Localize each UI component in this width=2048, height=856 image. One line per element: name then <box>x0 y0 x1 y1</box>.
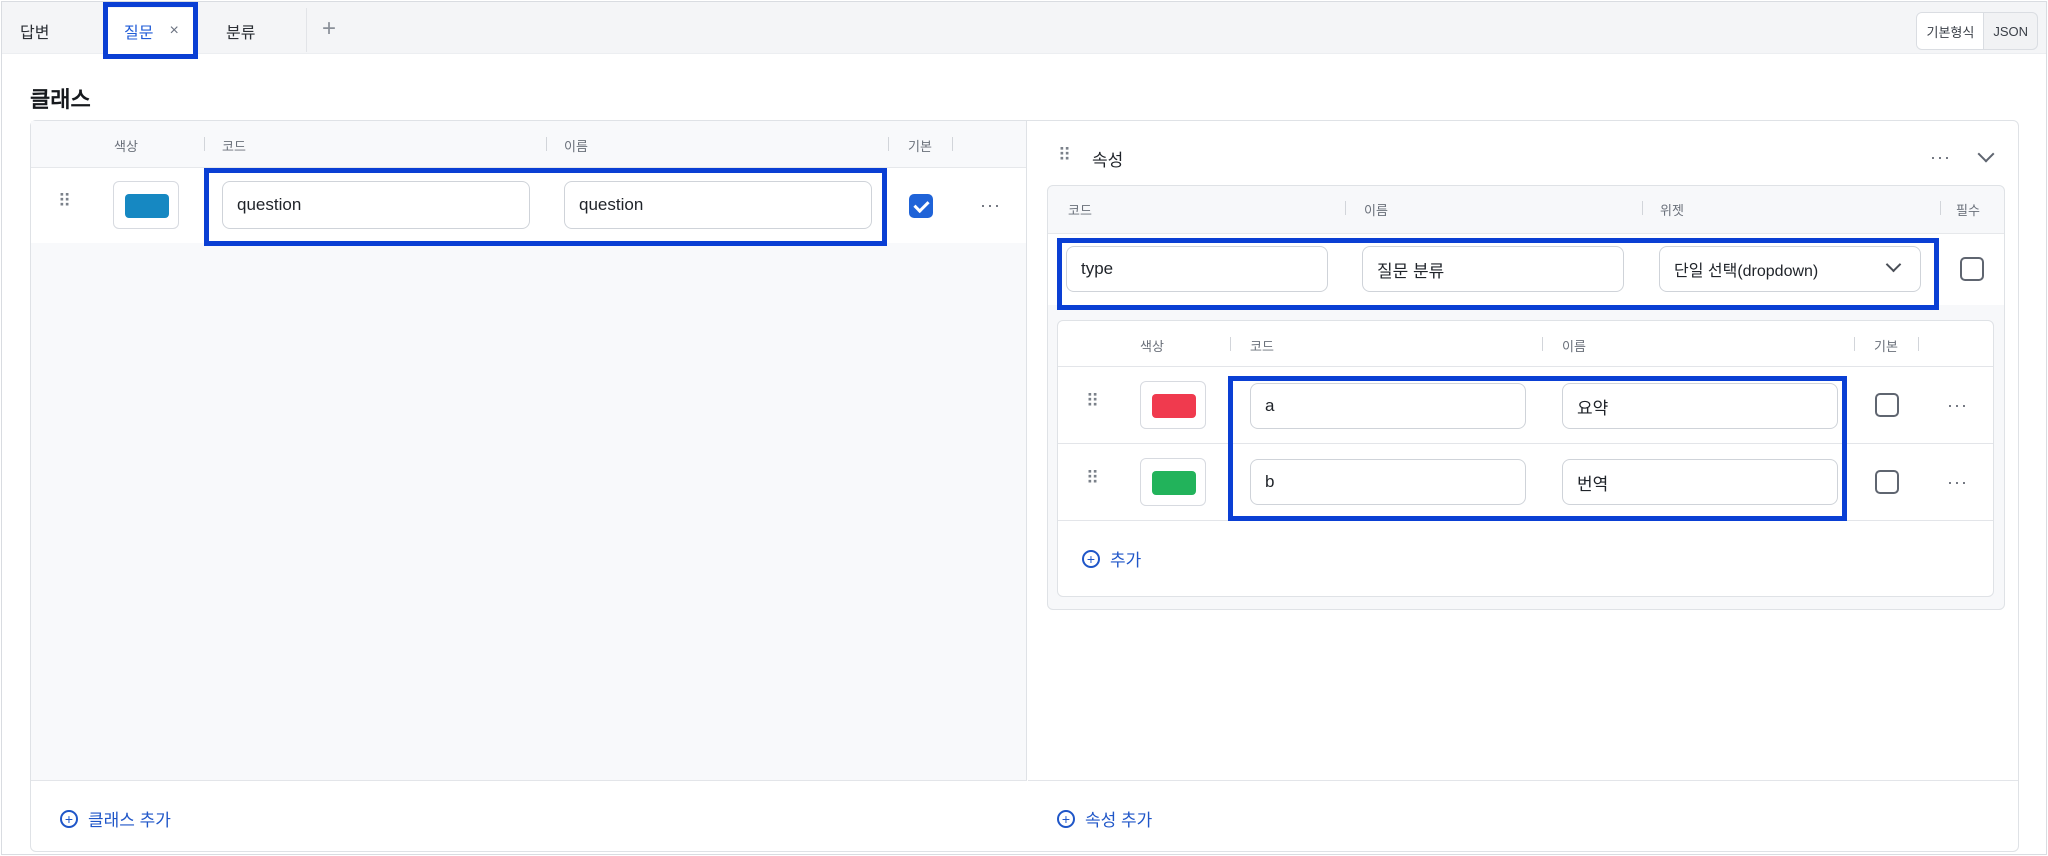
input-value: b <box>1265 472 1275 491</box>
attribute-code-input[interactable]: type <box>1066 246 1328 292</box>
column-divider <box>1854 337 1855 351</box>
input-value: 요약 <box>1577 398 1609 418</box>
column-divider <box>204 137 205 151</box>
add-tab-icon[interactable]: + <box>322 14 336 44</box>
header-name: 이름 <box>1562 339 1586 354</box>
class-name-input[interactable]: question <box>564 181 872 229</box>
color-swatch[interactable] <box>1140 458 1206 506</box>
column-divider <box>1940 201 1941 215</box>
header-name: 이름 <box>564 139 588 154</box>
footer-divider <box>31 780 1027 781</box>
column-divider <box>1542 337 1543 351</box>
tab-category[interactable]: 분류 <box>208 8 255 54</box>
header-default: 기본 <box>1874 339 1898 354</box>
view-mode-toggle: 기본형식 JSON <box>1916 12 2038 50</box>
header-default: 기본 <box>908 139 932 154</box>
add-option-button[interactable]: + 추가 <box>1082 546 1141 571</box>
color-fill <box>125 194 169 218</box>
column-divider <box>1642 201 1643 215</box>
more-icon[interactable]: ··· <box>1930 147 1951 168</box>
close-icon[interactable]: × <box>169 22 178 40</box>
tab-bar: 답변 질문 × 분류 + 기본형식 JSON <box>2 2 2046 54</box>
header-code: 코드 <box>222 139 246 154</box>
json-view-button[interactable]: JSON <box>1984 13 2037 49</box>
input-value: 번역 <box>1577 474 1609 494</box>
tab-label: 질문 <box>124 25 154 42</box>
add-class-button[interactable]: + 클래스 추가 <box>60 806 171 831</box>
required-checkbox[interactable] <box>1960 257 1984 281</box>
row-divider <box>1058 443 1993 444</box>
column-divider <box>1230 337 1231 351</box>
drag-handle-icon[interactable]: ⠿ <box>1086 392 1100 410</box>
header-widget: 위젯 <box>1660 203 1684 218</box>
input-value: question <box>579 195 644 214</box>
option-code-input[interactable]: a <box>1250 383 1526 429</box>
drag-handle-icon[interactable]: ⠿ <box>1086 469 1100 487</box>
plus-circle-icon: + <box>1057 809 1075 828</box>
column-divider <box>1918 337 1919 351</box>
row-divider <box>1058 366 1993 367</box>
tab-question[interactable]: 질문 × <box>106 8 198 54</box>
default-checkbox[interactable] <box>1875 470 1899 494</box>
tab-label: 분류 <box>226 25 256 42</box>
default-checkbox[interactable] <box>909 194 933 218</box>
header-code: 코드 <box>1250 339 1274 354</box>
basic-view-button[interactable]: 기본형식 <box>1917 13 1985 49</box>
column-divider <box>1345 201 1346 215</box>
default-checkbox[interactable] <box>1875 393 1899 417</box>
input-value: 질문 분류 <box>1377 261 1445 281</box>
column-divider <box>952 137 953 151</box>
color-fill <box>1152 394 1196 418</box>
more-icon[interactable]: ··· <box>1947 395 1968 416</box>
footer-divider <box>1028 780 2018 781</box>
plus-circle-icon: + <box>1082 549 1100 568</box>
attributes-title: 속성 <box>1092 151 1124 170</box>
input-value: type <box>1081 259 1114 278</box>
tab-answer[interactable]: 답변 <box>2 8 49 54</box>
add-class-label: 클래스 추가 <box>88 811 171 830</box>
add-attribute-label: 속성 추가 <box>1085 811 1153 830</box>
column-divider <box>888 137 889 151</box>
header-name: 이름 <box>1364 203 1388 218</box>
row-divider <box>1058 520 1993 521</box>
color-fill <box>1152 471 1196 495</box>
add-option-label: 추가 <box>1110 551 1142 570</box>
option-name-input[interactable]: 요약 <box>1562 383 1838 429</box>
drag-handle-icon[interactable]: ⠿ <box>58 192 72 210</box>
option-code-input[interactable]: b <box>1250 459 1526 505</box>
color-swatch[interactable] <box>113 181 179 229</box>
page-title: 클래스 <box>30 87 91 112</box>
class-code-input[interactable]: question <box>222 181 530 229</box>
input-value: question <box>237 195 302 214</box>
tab-label: 답변 <box>20 25 50 42</box>
option-name-input[interactable]: 번역 <box>1562 459 1838 505</box>
column-divider <box>546 137 547 151</box>
header-required: 필수 <box>1956 203 1980 218</box>
attribute-name-input[interactable]: 질문 분류 <box>1362 246 1624 292</box>
tab-divider <box>306 8 307 52</box>
header-color: 색상 <box>114 139 138 154</box>
add-attribute-button[interactable]: + 속성 추가 <box>1057 806 1152 831</box>
more-icon[interactable]: ··· <box>1947 472 1968 493</box>
widget-select[interactable]: 단일 선택(dropdown) <box>1659 246 1921 292</box>
drag-handle-icon[interactable]: ⠿ <box>1058 146 1072 164</box>
select-value: 단일 선택(dropdown) <box>1674 263 1819 280</box>
input-value: a <box>1265 396 1275 415</box>
plus-circle-icon: + <box>60 809 78 828</box>
header-color: 색상 <box>1140 339 1164 354</box>
color-swatch[interactable] <box>1140 381 1206 429</box>
header-code: 코드 <box>1068 203 1092 218</box>
more-icon[interactable]: ··· <box>980 195 1001 216</box>
